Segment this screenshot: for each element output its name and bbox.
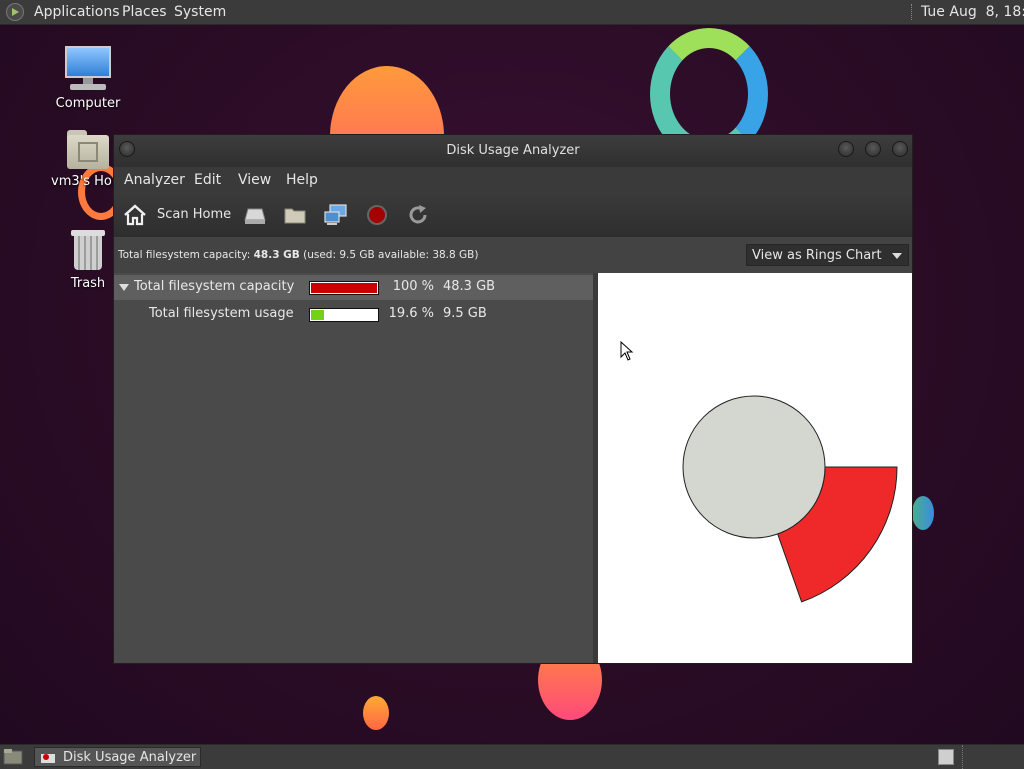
home-folder-icon — [65, 128, 111, 170]
taskbar-item-label: Disk Usage Analyzer — [63, 750, 197, 765]
wallpaper-blob — [363, 696, 389, 730]
panel-separator — [962, 745, 964, 769]
bottom-panel: Disk Usage Analyzer — [0, 744, 1024, 769]
main-menu-logo-icon[interactable] — [6, 3, 24, 21]
taskbar-item-disk-usage-analyzer[interactable]: Disk Usage Analyzer — [34, 747, 201, 767]
window-title: Disk Usage Analyzer — [446, 143, 580, 158]
usage-bar-fill — [311, 310, 324, 320]
clock[interactable]: Tue Aug 8, 18:13 — [921, 4, 1024, 20]
menu-help[interactable]: Help — [286, 172, 318, 188]
tree-row-size: 9.5 GB — [443, 306, 487, 321]
menu-edit[interactable]: Edit — [194, 172, 221, 188]
tree-row[interactable]: Total filesystem usage 19.6 % 9.5 GB — [114, 302, 593, 327]
toolbar: Scan Home — [114, 193, 912, 238]
chevron-down-icon — [892, 253, 902, 259]
view-mode-select[interactable]: View as Rings Chart — [746, 244, 909, 266]
tree-row[interactable]: Total filesystem capacity 100 % 48.3 GB — [114, 275, 593, 300]
disk-usage-analyzer-icon — [41, 754, 55, 763]
expander-open-icon[interactable] — [119, 284, 129, 291]
scan-folder-icon[interactable] — [283, 203, 307, 227]
show-desktop-icon[interactable] — [3, 748, 23, 766]
desktop-icon-computer[interactable]: Computer — [43, 46, 133, 111]
desktop-icon-label: Computer — [55, 96, 121, 111]
tree-row-percent: 100 % — [392, 279, 434, 294]
desktop-icon-label: vm3's Home — [51, 174, 115, 189]
close-button[interactable] — [892, 141, 908, 157]
minimize-button[interactable] — [838, 141, 854, 157]
usage-tree: Total filesystem capacity 100 % 48.3 GB … — [114, 273, 593, 663]
menu-analyzer[interactable]: Analyzer — [124, 172, 185, 188]
view-mode-selected: View as Rings Chart — [752, 248, 882, 263]
top-panel: Applications Places System Tue Aug 8, 18… — [0, 0, 1024, 25]
info-bar: Total filesystem capacity: 48.3 GB (used… — [114, 237, 912, 273]
tree-row-name: Total filesystem usage — [149, 306, 294, 321]
scan-filesystem-icon[interactable] — [243, 203, 267, 227]
tree-row-size: 48.3 GB — [443, 279, 496, 294]
wallpaper-blob — [912, 496, 934, 530]
home-icon[interactable] — [123, 203, 147, 227]
workspace-switcher[interactable] — [938, 749, 954, 765]
scan-home-label[interactable]: Scan Home — [157, 207, 231, 222]
maximize-button[interactable] — [865, 141, 881, 157]
tree-row-name: Total filesystem capacity — [134, 279, 295, 294]
scan-remote-icon[interactable] — [323, 203, 349, 227]
computer-icon — [64, 46, 112, 92]
menu-places[interactable]: Places — [122, 4, 167, 20]
rings-chart-pane[interactable] — [598, 273, 912, 663]
usage-bar-fill — [311, 283, 377, 293]
panel-separator — [911, 4, 914, 20]
stop-icon[interactable] — [365, 203, 389, 227]
menubar: Analyzer Edit View Help — [114, 167, 912, 193]
usage-bar — [309, 308, 379, 322]
menu-view[interactable]: View — [238, 172, 271, 188]
menu-system[interactable]: System — [174, 4, 226, 20]
refresh-icon[interactable] — [406, 203, 430, 227]
trash-icon — [69, 226, 107, 272]
disk-usage-analyzer-window: Disk Usage Analyzer Analyzer Edit View H… — [113, 134, 913, 664]
filesystem-summary: Total filesystem capacity: 48.3 GB (used… — [118, 249, 479, 261]
usage-bar — [309, 281, 379, 295]
window-titlebar[interactable]: Disk Usage Analyzer — [114, 135, 912, 167]
tree-row-percent: 19.6 % — [388, 306, 434, 321]
menu-applications[interactable]: Applications — [34, 4, 120, 20]
ring-center[interactable] — [682, 395, 826, 539]
mouse-cursor-icon — [620, 341, 634, 361]
rings-chart[interactable] — [598, 273, 912, 663]
